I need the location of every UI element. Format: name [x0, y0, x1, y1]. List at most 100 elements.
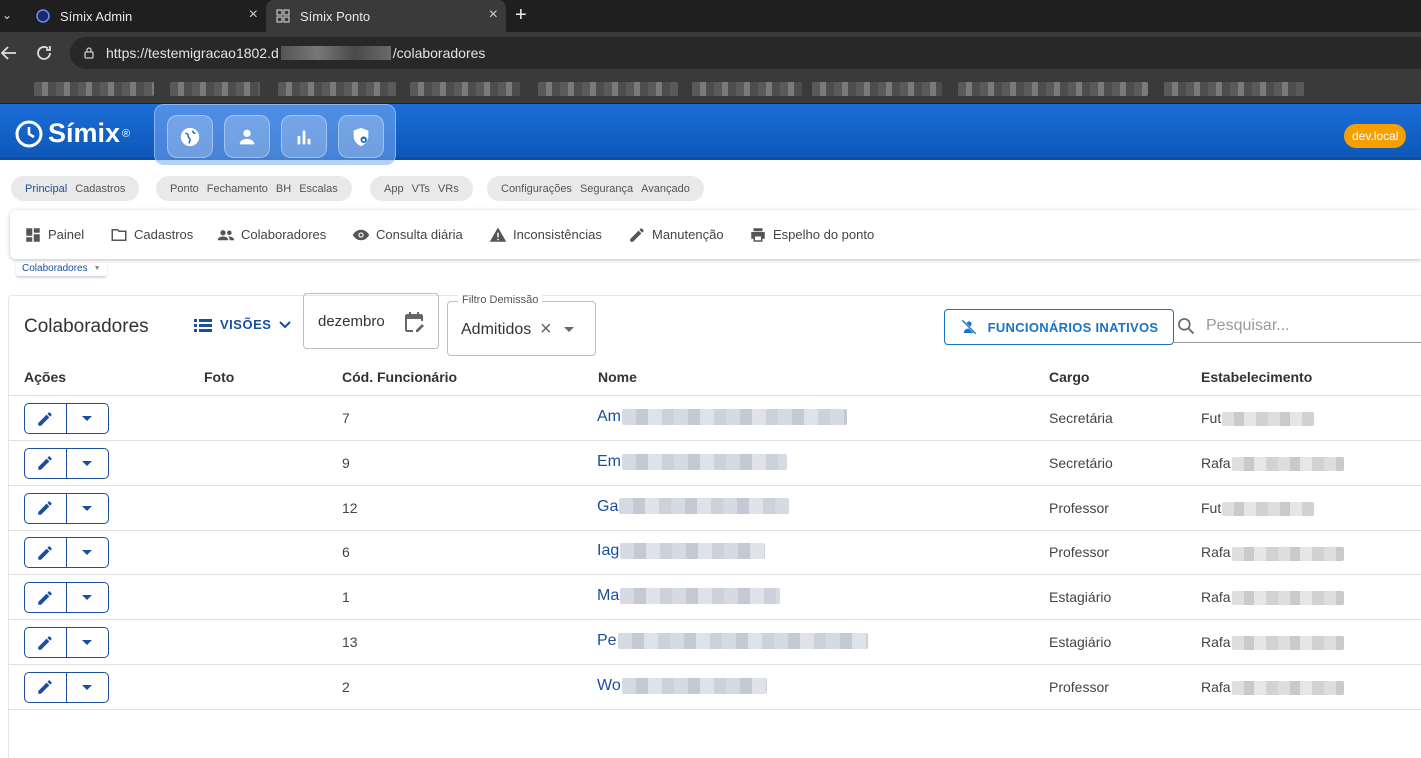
- group-item-bh[interactable]: BH: [276, 183, 291, 195]
- cell-nome[interactable]: Pe: [597, 632, 868, 650]
- edit-button[interactable]: [25, 493, 67, 523]
- menu-item-cadastros[interactable]: Cadastros: [110, 210, 193, 259]
- cell-nome[interactable]: Am: [597, 408, 847, 426]
- dismissal-filter[interactable]: Filtro Demissão Admitidos ×: [447, 294, 596, 356]
- employee-name[interactable]: Ma: [597, 587, 619, 604]
- column-header-nome[interactable]: Nome: [598, 369, 637, 385]
- browser-tab-admin[interactable]: Símix Admin ×: [24, 0, 266, 32]
- row-menu-button[interactable]: [67, 494, 109, 523]
- bookmark-redacted[interactable]: [538, 82, 678, 96]
- close-tab-icon[interactable]: ×: [489, 7, 498, 23]
- menu-item-inconsistencias[interactable]: Inconsistências: [489, 210, 602, 259]
- table-row[interactable]: 9 Em Secretário Rafa: [8, 441, 1421, 486]
- brand-logo[interactable]: Símix ®: [14, 118, 130, 149]
- group-item-principal[interactable]: Principal: [25, 183, 67, 195]
- group-item-vts[interactable]: VTs: [412, 183, 430, 195]
- row-menu-button[interactable]: [67, 538, 109, 567]
- bookmark-redacted[interactable]: [34, 82, 154, 96]
- edit-button[interactable]: [25, 538, 67, 568]
- table-row[interactable]: 13 Pe Estagiário Rafa: [8, 620, 1421, 665]
- dropdown-arrow-icon[interactable]: [564, 327, 574, 332]
- group-ponto[interactable]: Ponto Fechamento BH Escalas: [156, 176, 352, 201]
- bookmark-redacted[interactable]: [410, 82, 520, 96]
- row-menu-button[interactable]: [67, 583, 109, 612]
- edit-button[interactable]: [25, 404, 67, 433]
- edit-button[interactable]: [25, 672, 67, 702]
- module-globe-button[interactable]: [167, 115, 213, 158]
- menu-item-painel[interactable]: Painel: [24, 210, 84, 259]
- browser-tab-ponto[interactable]: Símix Ponto ×: [266, 0, 506, 32]
- group-item-seguranca[interactable]: Segurança: [580, 183, 633, 195]
- module-person-button[interactable]: [224, 115, 270, 158]
- month-picker[interactable]: dezembro: [303, 293, 439, 349]
- column-header-codigo[interactable]: Cód. Funcionário: [342, 369, 457, 385]
- close-tab-icon[interactable]: ×: [249, 7, 258, 23]
- bookmark-redacted[interactable]: [170, 82, 260, 96]
- row-menu-button[interactable]: [67, 404, 109, 433]
- calendar-edit-icon[interactable]: [402, 310, 426, 334]
- group-item-ponto[interactable]: Ponto: [170, 183, 199, 195]
- group-item-escalas[interactable]: Escalas: [299, 183, 338, 195]
- menu-item-manutencao[interactable]: Manutenção: [628, 210, 724, 259]
- bookmark-redacted[interactable]: [692, 82, 802, 96]
- bookmark-redacted[interactable]: [812, 82, 942, 96]
- group-item-avancado[interactable]: Avançado: [641, 183, 690, 195]
- views-button[interactable]: VISÕES: [194, 317, 292, 332]
- row-menu-button[interactable]: [67, 628, 109, 657]
- employee-name[interactable]: Iag: [597, 542, 619, 559]
- employee-name[interactable]: Pe: [597, 632, 617, 649]
- search-input[interactable]: [1206, 317, 1406, 335]
- employee-name[interactable]: Wo: [597, 677, 621, 694]
- menu-item-colaboradores[interactable]: Colaboradores: [217, 210, 326, 259]
- table-row[interactable]: 7 Am Secretária Fut: [8, 396, 1421, 441]
- group-item-cadastros[interactable]: Cadastros: [75, 183, 125, 195]
- cell-nome[interactable]: Iag: [597, 542, 766, 560]
- edit-button[interactable]: [25, 448, 67, 478]
- cell-estabelecimento: Rafa: [1201, 634, 1344, 651]
- menu-item-espelho-ponto[interactable]: Espelho do ponto: [749, 210, 874, 259]
- table-row[interactable]: 6 Iag Professor Rafa: [8, 530, 1421, 575]
- module-shield-button[interactable]: [338, 115, 384, 158]
- cell-nome[interactable]: Em: [597, 453, 787, 471]
- group-item-fechamento[interactable]: Fechamento: [207, 183, 268, 195]
- clear-icon[interactable]: ×: [540, 319, 552, 339]
- group-item-app[interactable]: App: [384, 183, 404, 195]
- bookmark-redacted[interactable]: [278, 82, 396, 96]
- row-actions: [24, 492, 109, 524]
- cell-codigo: 7: [342, 410, 350, 426]
- group-item-configuracoes[interactable]: Configurações: [501, 183, 572, 195]
- column-header-foto[interactable]: Foto: [204, 369, 234, 385]
- employee-name[interactable]: Am: [597, 408, 621, 425]
- back-icon[interactable]: [0, 44, 18, 62]
- group-configuracoes[interactable]: Configurações Segurança Avançado: [487, 176, 704, 201]
- group-app[interactable]: App VTs VRs: [370, 176, 473, 201]
- inactive-employees-button[interactable]: FUNCIONÁRIOS INATIVOS: [944, 309, 1174, 345]
- table-row[interactable]: 2 Wo Professor Rafa: [8, 665, 1421, 710]
- reload-icon[interactable]: [35, 44, 53, 62]
- employee-name[interactable]: Ga: [597, 498, 618, 515]
- cell-nome[interactable]: Ma: [597, 587, 781, 605]
- column-header-cargo[interactable]: Cargo: [1049, 369, 1089, 385]
- edit-button[interactable]: [25, 583, 67, 613]
- site-info-icon[interactable]: [82, 46, 96, 60]
- cell-nome[interactable]: Ga: [597, 498, 790, 516]
- bookmark-redacted[interactable]: [958, 82, 1148, 96]
- address-bar[interactable]: https://testemigracao1802.d /colaborador…: [70, 37, 1421, 69]
- module-chart-button[interactable]: [281, 115, 327, 158]
- row-menu-button[interactable]: [67, 449, 109, 478]
- employee-name[interactable]: Em: [597, 453, 621, 470]
- group-principal[interactable]: Principal Cadastros: [11, 176, 140, 201]
- breadcrumb[interactable]: Colaboradores ▼: [16, 261, 107, 277]
- environment-badge[interactable]: dev.local: [1344, 124, 1407, 148]
- bookmark-redacted[interactable]: [1164, 82, 1304, 96]
- new-tab-button[interactable]: +: [515, 4, 527, 27]
- table-row[interactable]: 12 Ga Professor Fut: [8, 486, 1421, 531]
- table-row[interactable]: 1 Ma Estagiário Rafa: [8, 575, 1421, 620]
- tab-search-chevron-icon[interactable]: ⌄: [2, 8, 12, 22]
- row-menu-button[interactable]: [67, 673, 109, 702]
- column-header-estabelecimento[interactable]: Estabelecimento: [1201, 369, 1312, 385]
- cell-nome[interactable]: Wo: [597, 677, 767, 695]
- edit-button[interactable]: [25, 628, 67, 657]
- group-item-vrs[interactable]: VRs: [438, 183, 459, 195]
- menu-item-consulta-diaria[interactable]: Consulta diária: [352, 210, 463, 259]
